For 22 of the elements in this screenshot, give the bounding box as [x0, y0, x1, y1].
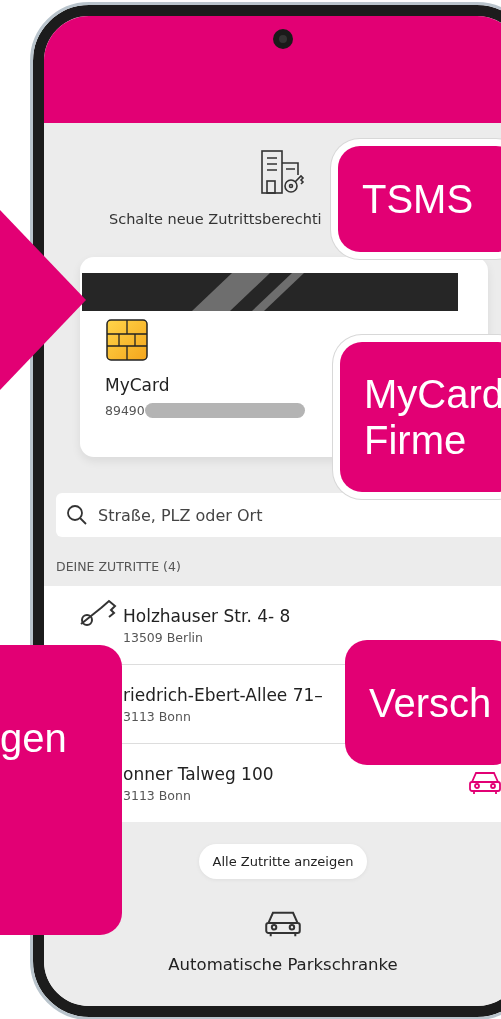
show-all-button[interactable]: Alle Zutritte anzeigen	[198, 844, 368, 879]
card-number: 89490	[105, 403, 145, 418]
street-address: Holzhauser Str. 4- 8	[123, 605, 291, 626]
city-text: 13509 Berlin	[123, 629, 203, 645]
callout-text: gen	[0, 715, 68, 761]
city-text: 3113 Bonn	[123, 708, 191, 724]
car-icon	[468, 770, 501, 796]
street-address: onner Talweg 100	[123, 763, 274, 784]
city-text: 3113 Bonn	[123, 787, 191, 803]
callout-text: TSMS	[362, 176, 475, 222]
callout-text: Versch	[369, 679, 493, 726]
chip-icon	[106, 319, 148, 361]
section-title: DEINE ZUTRITTE (4)	[56, 559, 182, 574]
key-icon	[79, 598, 119, 626]
card-name: MyCard	[105, 375, 171, 395]
parking-label: Automatische Parkschranke	[168, 955, 398, 974]
search-icon	[66, 504, 88, 526]
camera-icon	[272, 28, 294, 50]
building-key-icon	[260, 149, 306, 195]
search-field[interactable]: Straße, PLZ oder Ort	[56, 493, 501, 537]
street-address: riedrich-Ebert-Allee 71–	[123, 684, 323, 705]
car-icon	[264, 909, 302, 939]
